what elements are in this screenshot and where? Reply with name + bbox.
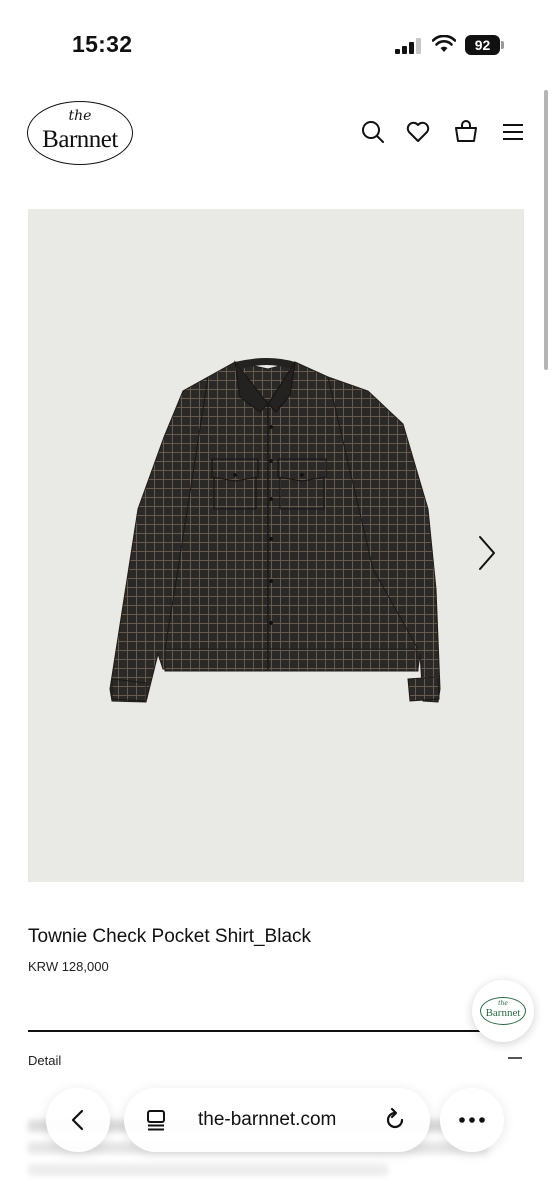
product-price: KRW 128,000 bbox=[28, 959, 109, 974]
wifi-icon bbox=[432, 35, 456, 52]
product-name: Townie Check Pocket Shirt_Black bbox=[28, 926, 312, 947]
logo-name: Barnnet bbox=[42, 126, 118, 153]
back-button[interactable] bbox=[46, 1088, 110, 1152]
detail-label: Detail bbox=[28, 1053, 62, 1068]
battery-icon: 92 bbox=[465, 35, 505, 55]
more-button[interactable] bbox=[440, 1088, 504, 1152]
menu-icon[interactable] bbox=[500, 119, 526, 145]
logo[interactable]: the Barnnet bbox=[27, 101, 133, 165]
search-icon[interactable] bbox=[360, 119, 386, 145]
battery-level: 92 bbox=[465, 35, 500, 55]
shopping-bag-icon[interactable] bbox=[453, 119, 479, 145]
floating-brand-button[interactable]: the Barnnet bbox=[472, 980, 534, 1042]
float-logo-name: Barnnet bbox=[485, 1007, 521, 1019]
tabs-icon[interactable] bbox=[144, 1108, 168, 1132]
logo-the: the bbox=[68, 108, 92, 124]
back-icon bbox=[71, 1109, 84, 1131]
url-text[interactable]: the-barnnet.com bbox=[198, 1109, 336, 1131]
minus-icon[interactable] bbox=[508, 1057, 522, 1059]
product-image[interactable] bbox=[28, 209, 524, 882]
browser-toolbar: the-barnnet.com bbox=[0, 1080, 552, 1200]
signal-icon bbox=[395, 38, 421, 54]
status-time: 15:32 bbox=[72, 31, 133, 57]
shirt-image bbox=[109, 358, 441, 703]
heart-icon[interactable] bbox=[405, 119, 431, 145]
status-bar: 15:32 92 bbox=[0, 0, 552, 90]
site-header: the Barnnet bbox=[0, 95, 552, 175]
reload-icon[interactable] bbox=[382, 1107, 408, 1133]
battery-cap bbox=[501, 41, 504, 49]
detail-accordion[interactable]: Detail bbox=[28, 1053, 524, 1073]
address-bar[interactable]: the-barnnet.com bbox=[124, 1088, 430, 1152]
chevron-right-icon[interactable] bbox=[472, 534, 500, 572]
float-logo-the: the bbox=[498, 1000, 508, 1007]
divider bbox=[28, 1030, 524, 1032]
more-icon bbox=[459, 1117, 485, 1123]
